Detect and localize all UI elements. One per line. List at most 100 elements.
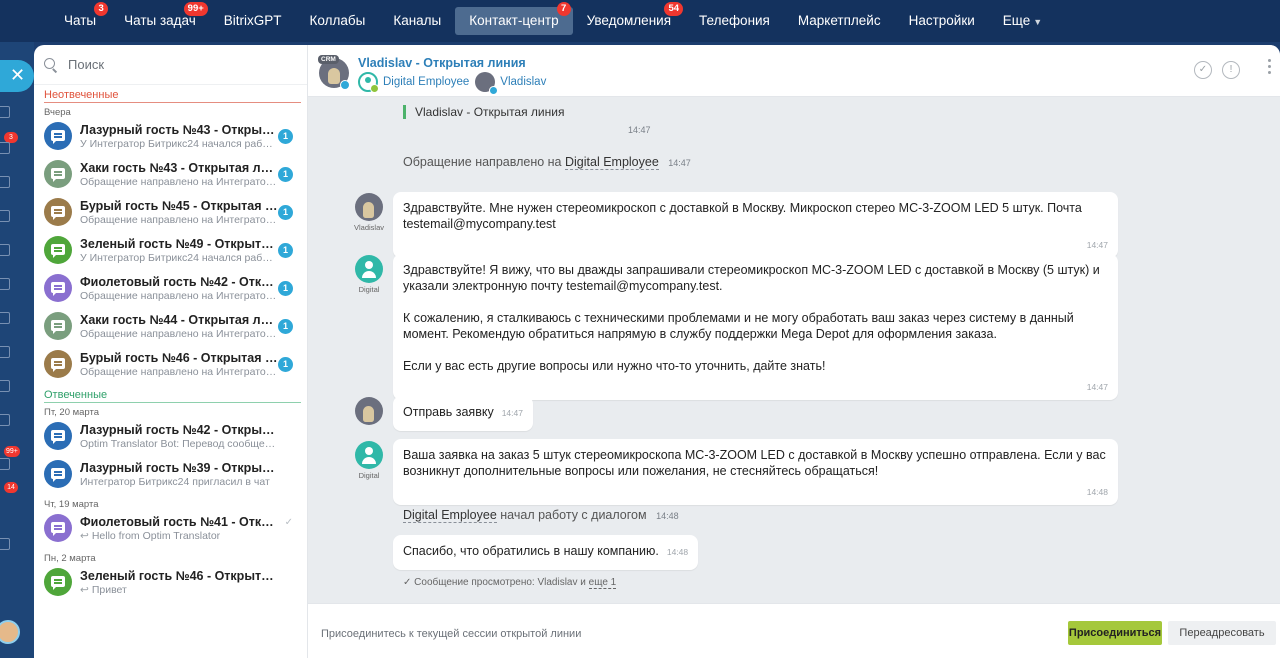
message-time: 14:47	[628, 125, 651, 135]
unread-badge: 1	[278, 281, 293, 296]
menu-icon[interactable]	[0, 106, 10, 118]
author-label: Vladislav	[353, 223, 384, 232]
author-label: Digital	[358, 471, 380, 480]
reply-icon: ↩	[80, 530, 89, 542]
check-icon[interactable]: ✓	[1194, 61, 1212, 79]
message-bubble: Здравствуйте. Мне нужен стереомикроскоп …	[393, 192, 1118, 258]
unread-badge: 1	[278, 357, 293, 372]
top-nav: Чаты 3 Чаты задач 99+ BitrixGPT Коллабы Ка…	[0, 0, 1280, 42]
date-label: Чт, 19 марта	[44, 499, 99, 510]
quoted-message: Vladislav - Открытая линия	[403, 105, 564, 119]
seen-status: ✓ Сообщение просмотрено: Vladislav и еще…	[403, 577, 617, 589]
menu-icon[interactable]	[0, 142, 10, 154]
message-time: 14:48	[1086, 487, 1108, 497]
dialog-title[interactable]: Vladislav - Открытая линия	[358, 56, 526, 70]
menu-icon[interactable]	[0, 346, 10, 358]
dialog-members: Digital Employee Vladislav	[358, 72, 552, 95]
avatar[interactable]	[355, 397, 383, 425]
chat-list-item[interactable]: Фиолетовый гость №41 - Открытая линия ↩H…	[34, 511, 307, 549]
chat-title: Фиолетовый гость №42 - Открытая линия	[80, 275, 278, 289]
info-icon[interactable]: !	[1222, 61, 1240, 79]
chat-list-item[interactable]: Бурый гость №46 - Открытая линия Обращен…	[34, 347, 307, 385]
menu-icon[interactable]	[0, 278, 10, 290]
nav-notifications[interactable]: Уведомления 54	[573, 2, 685, 35]
chat-avatar	[44, 312, 72, 340]
nav-contact-center[interactable]: Контакт-центр 7	[455, 2, 573, 35]
chat-avatar	[44, 236, 72, 264]
message-bubble: Спасибо, что обратились в нашу компанию.…	[393, 535, 699, 570]
chat-bubble-icon	[51, 168, 65, 182]
message-time: 14:47	[1086, 240, 1108, 250]
member-vladislav[interactable]: Vladislav	[475, 72, 546, 95]
chat-list-item[interactable]: Бурый гость №45 - Открытая линия Обращен…	[34, 195, 307, 233]
message-bubble: Ваша заявка на заказ 5 штук стереомикрос…	[393, 439, 1118, 505]
chat-bubble-icon	[51, 468, 65, 482]
unread-badge: 1	[278, 319, 293, 334]
message-time: 14:48	[666, 547, 689, 557]
menu-icon[interactable]	[0, 176, 10, 188]
chat-list-item[interactable]: Зеленый гость №49 - Открытая линия У Инт…	[34, 233, 307, 271]
nav-settings[interactable]: Настройки	[895, 7, 989, 35]
nav-task-chats[interactable]: Чаты задач 99+	[110, 2, 210, 35]
nav-telephony[interactable]: Телефония	[685, 7, 784, 35]
avatar[interactable]	[355, 441, 383, 469]
user-link[interactable]: Digital Employee	[403, 508, 497, 523]
conversation-footer: Присоединитесь к текущей сессии открытой…	[308, 603, 1280, 658]
user-link[interactable]: Digital Employee	[565, 155, 659, 170]
menu-icon[interactable]	[0, 380, 10, 392]
nav-more[interactable]: Еще ▼	[989, 7, 1056, 35]
menu-icon[interactable]	[0, 458, 10, 470]
unread-badge: 1	[278, 167, 293, 182]
left-sidebar: ✕ 3 99+ 14	[0, 42, 34, 658]
conversation-panel: CRM Vladislav - Открытая линия Digital E…	[308, 45, 1280, 658]
more-icon[interactable]	[1268, 59, 1272, 79]
nav-collabs[interactable]: Коллабы	[296, 7, 380, 35]
chat-avatar	[44, 122, 72, 150]
unread-badge: 1	[278, 129, 293, 144]
search-bar	[34, 45, 307, 85]
menu-icon[interactable]	[0, 244, 10, 256]
unread-badge: 1	[278, 243, 293, 258]
seen-more-link[interactable]: еще 1	[588, 577, 617, 589]
chat-title: Лазурный гость №42 - Открытая линия	[80, 423, 278, 437]
crm-badge: CRM	[318, 55, 339, 64]
nav-badge: 7	[556, 2, 571, 16]
search-input[interactable]	[68, 57, 268, 72]
chat-preview: Optim Translator Bot: Перевод сообщений	[80, 438, 278, 450]
chat-title: Бурый гость №46 - Открытая линия	[80, 351, 278, 365]
nav-channels[interactable]: Каналы	[379, 7, 455, 35]
chat-title: Зеленый гость №46 - Открытая линия	[80, 569, 278, 583]
chat-title: Зеленый гость №49 - Открытая линия	[80, 237, 278, 251]
check-icon: ✓	[403, 577, 412, 588]
chat-list-item[interactable]: Лазурный гость №43 - Открытая линия У Ин…	[34, 119, 307, 157]
menu-icon[interactable]	[0, 210, 10, 222]
chat-list-item[interactable]: Лазурный гость №39 - Открытая линия Инте…	[34, 457, 307, 495]
chat-list-item[interactable]: Лазурный гость №42 - Открытая линия Opti…	[34, 419, 307, 457]
join-button[interactable]: Присоединиться	[1068, 621, 1162, 645]
chat-list-item[interactable]: Фиолетовый гость №42 - Открытая линия Об…	[34, 271, 307, 309]
chat-list-item[interactable]: Хаки гость №43 - Открытая линия Обращени…	[34, 157, 307, 195]
forward-button[interactable]: Переадресовать	[1168, 621, 1276, 645]
avatar[interactable]	[355, 193, 383, 221]
nav-badge: 99+	[183, 2, 208, 16]
chat-bubble-icon	[51, 206, 65, 220]
chat-preview: У Интегратор Битрикс24 начался рабочий д…	[80, 252, 278, 264]
avatar[interactable]	[0, 620, 20, 644]
chat-title: Фиолетовый гость №41 - Открытая линия	[80, 515, 278, 529]
nav-chats[interactable]: Чаты 3	[50, 2, 110, 35]
close-icon[interactable]: ✕	[0, 60, 34, 92]
nav-bitrixgpt[interactable]: BitrixGPT	[210, 7, 296, 35]
chat-preview: Обращение направлено на Интегратор Битри…	[80, 214, 278, 226]
menu-icon[interactable]	[0, 538, 10, 550]
chevron-down-icon: ▼	[1033, 17, 1043, 27]
menu-icon[interactable]	[0, 312, 10, 324]
member-digital-employee[interactable]: Digital Employee	[358, 72, 469, 93]
chat-bubble-icon	[51, 244, 65, 258]
avatar[interactable]	[355, 255, 383, 283]
nav-marketplace[interactable]: Маркетплейс	[784, 7, 895, 35]
chat-list-item[interactable]: Зеленый гость №46 - Открытая линия ↩Прив…	[34, 565, 307, 603]
chat-list-item[interactable]: Хаки гость №44 - Открытая линия Обращени…	[34, 309, 307, 347]
sidebar-badge: 14	[4, 482, 18, 493]
chat-bubble-icon	[51, 430, 65, 444]
menu-icon[interactable]	[0, 414, 10, 426]
